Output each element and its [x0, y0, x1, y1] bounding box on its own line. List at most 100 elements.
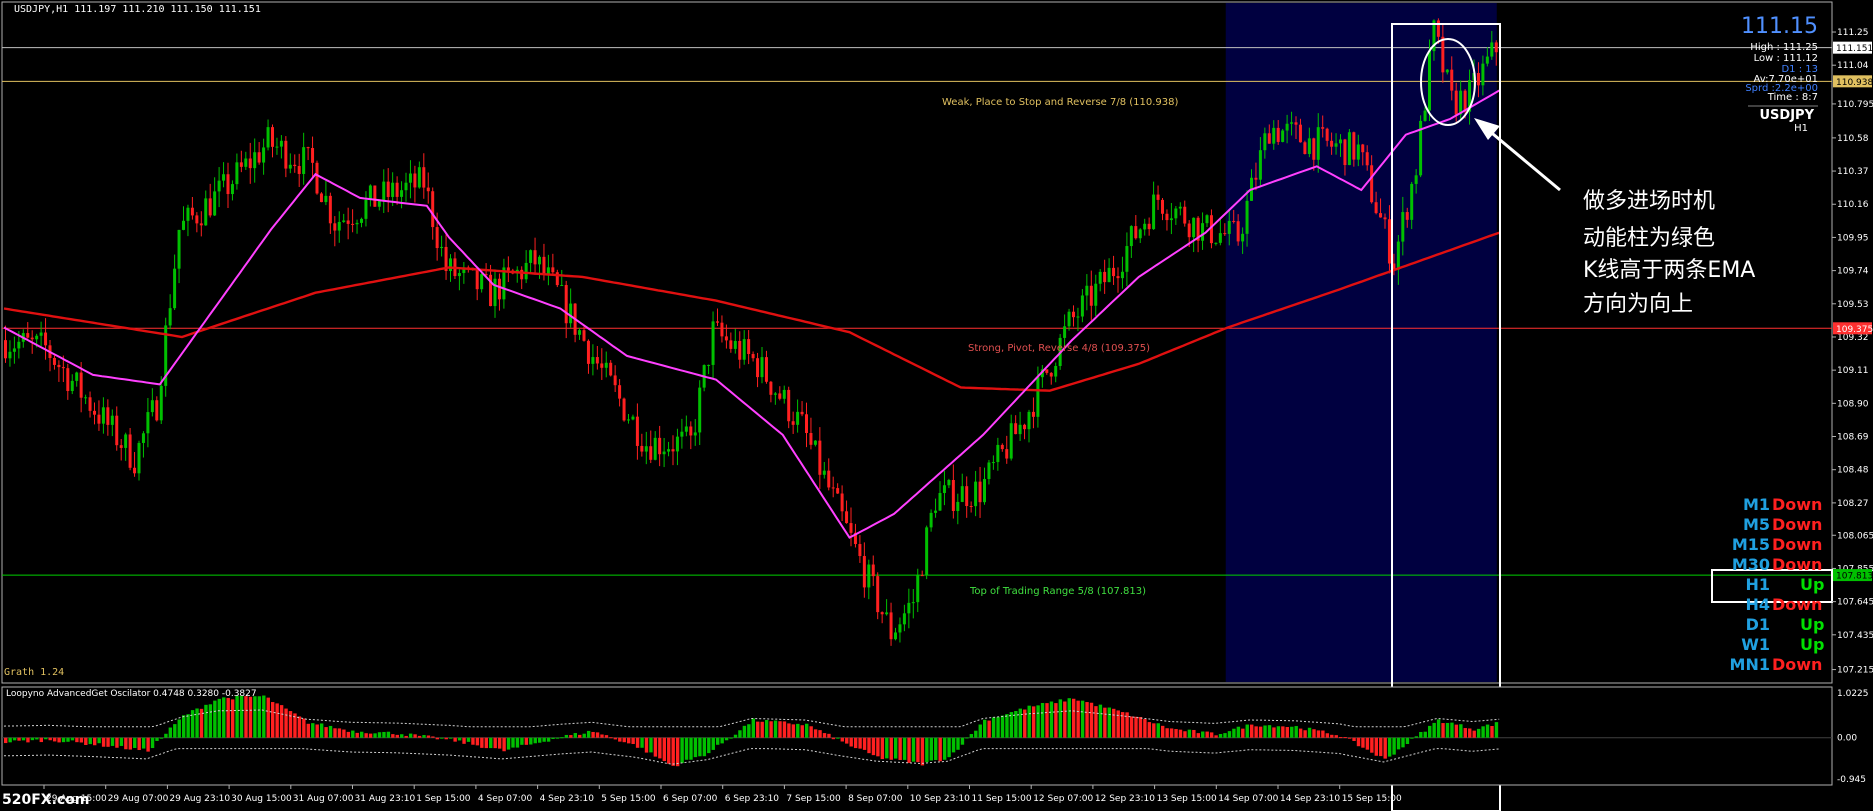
- oscillator-bar: [1178, 729, 1183, 738]
- oscillator-bar: [1374, 737, 1378, 756]
- candle-body: [675, 436, 679, 452]
- candle-body: [925, 527, 929, 576]
- oscillator-bar: [515, 737, 520, 748]
- candle-body: [257, 152, 261, 163]
- candle-body: [1330, 140, 1334, 147]
- oscillator-bar: [115, 737, 119, 748]
- candle-body: [1254, 177, 1258, 180]
- oscillator-scale-label: 1.0225: [1837, 689, 1869, 699]
- oscillator-bar: [969, 734, 974, 738]
- oscillator-bar: [978, 724, 982, 738]
- oscillator-bar: [1476, 728, 1481, 738]
- candle-body: [729, 340, 733, 349]
- oscillator-bar: [355, 732, 359, 738]
- candle-body: [658, 437, 662, 455]
- oscillator-bar: [1405, 737, 1410, 745]
- oscillator-bar: [1107, 707, 1111, 738]
- oscillator-bar: [266, 697, 270, 738]
- oscillator-bar: [311, 723, 315, 738]
- oscillator-bar: [106, 737, 110, 747]
- oscillator-bar: [680, 737, 684, 764]
- candle-body: [57, 364, 61, 368]
- candle-body: [506, 267, 510, 271]
- candle-body: [1343, 139, 1347, 166]
- candle-body: [426, 187, 430, 192]
- oscillator-bar: [257, 696, 262, 738]
- oscillator-bar: [61, 737, 66, 743]
- oscillator-bar: [57, 737, 61, 743]
- candle-body: [929, 512, 933, 528]
- oscillator-bar: [119, 737, 124, 746]
- candle-body: [422, 167, 426, 188]
- indicator-name-label: Grath 1.24: [4, 667, 64, 678]
- oscillator-bar: [511, 737, 515, 748]
- candle-body: [898, 624, 902, 633]
- oscillator-bar: [747, 724, 751, 738]
- oscillator-bar: [1343, 737, 1347, 739]
- oscillator-bar: [911, 737, 916, 762]
- oscillator-bar: [840, 737, 844, 742]
- oscillator-bar: [1236, 726, 1241, 738]
- x-tick-label: 15 Sep 15:00: [1342, 794, 1402, 804]
- x-tick-label: 12 Sep 23:10: [1095, 794, 1155, 804]
- candle-body: [1441, 36, 1445, 73]
- candle-body: [1045, 369, 1049, 373]
- trend-timeframe: M15: [1732, 535, 1770, 554]
- trend-direction: Down: [1772, 495, 1822, 514]
- candle: [1347, 129, 1351, 166]
- oscillator-bar: [631, 737, 635, 745]
- y-tick-label: 107.645: [1837, 598, 1873, 608]
- oscillator-bar: [84, 737, 88, 746]
- oscillator-bar: [1072, 698, 1076, 738]
- candle-body: [182, 220, 185, 230]
- oscillator-bar: [582, 733, 586, 738]
- trend-timeframe: H1: [1745, 575, 1770, 594]
- candle-body: [1267, 133, 1271, 144]
- candle-body: [1147, 223, 1151, 230]
- oscillator-bar: [230, 699, 235, 738]
- trend-direction: Down: [1772, 535, 1822, 554]
- oscillator-bar: [1094, 706, 1098, 738]
- trend-direction: Down: [1772, 515, 1822, 534]
- high-label: High : 111.25: [1750, 42, 1818, 53]
- oscillator-bar: [1169, 728, 1174, 738]
- oscillator-bar: [493, 737, 497, 749]
- oscillator-bar: [1294, 726, 1298, 738]
- oscillator-bar: [222, 697, 226, 738]
- y-tick-label: 108.90: [1837, 399, 1869, 409]
- oscillator-bar: [88, 737, 92, 745]
- trend-direction: Down: [1772, 595, 1822, 614]
- candle-body: [342, 220, 346, 222]
- candle-body: [858, 544, 862, 557]
- oscillator-bar: [1000, 715, 1005, 738]
- candle-body: [1227, 220, 1231, 234]
- candle-body: [983, 479, 986, 503]
- level-label-top: Top of Trading Range 5/8 (107.813): [969, 586, 1146, 597]
- candle-body: [1080, 295, 1084, 317]
- oscillator-bar: [1361, 737, 1365, 748]
- candle-body: [333, 223, 337, 231]
- oscillator-bar: [48, 737, 52, 741]
- trading-chart[interactable]: 111.25 111.04 110.795 110.58 110.37 110.16 109…: [0, 0, 1873, 811]
- candle-body: [773, 393, 777, 395]
- oscillator-bar: [898, 737, 902, 760]
- oscillator-bar: [760, 721, 764, 738]
- oscillator-bar: [1205, 731, 1209, 738]
- candle-body: [1459, 90, 1463, 115]
- candle-body: [978, 481, 982, 503]
- candle-body: [391, 182, 395, 197]
- candle-body: [66, 368, 70, 392]
- candle-body: [150, 400, 154, 413]
- oscillator-bar: [529, 737, 533, 745]
- candle-body: [742, 339, 746, 360]
- oscillator-bar: [573, 733, 577, 738]
- candle-body: [1272, 127, 1276, 144]
- oscillator-bar: [279, 705, 284, 738]
- candle-body: [1000, 444, 1004, 450]
- candle-body: [805, 414, 808, 433]
- price-tag-label: 111.151: [1836, 44, 1873, 54]
- oscillator-bar: [26, 737, 30, 743]
- candle-body: [747, 339, 751, 355]
- oscillator-bar: [173, 724, 177, 738]
- oscillator-bar: [1258, 726, 1263, 738]
